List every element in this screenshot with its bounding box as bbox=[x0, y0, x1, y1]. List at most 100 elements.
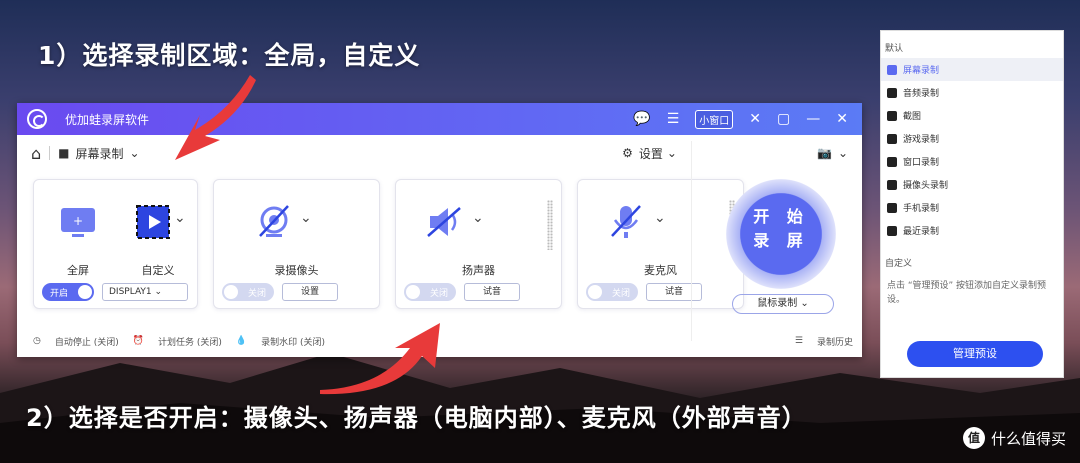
preset-item[interactable]: 截图 bbox=[881, 104, 1063, 127]
fullscreen-toggle[interactable]: 开启 bbox=[42, 283, 94, 301]
site-watermark: 值什么值得买 bbox=[962, 427, 1066, 449]
preset-item-label: 截图 bbox=[903, 112, 922, 122]
preset-item[interactable]: 音频录制 bbox=[881, 81, 1063, 104]
watermark-badge: 值 bbox=[962, 427, 985, 449]
mouse-record-select[interactable]: 鼠标录制 ⌄ bbox=[732, 294, 834, 314]
history-link[interactable]: 录制历史 bbox=[817, 335, 853, 348]
minimize-icon[interactable]: — bbox=[806, 111, 820, 127]
start-pane: 开 始录 屏 鼠标录制 ⌄ bbox=[691, 141, 861, 341]
preset-panel: 默认 屏幕录制音频录制截图游戏录制窗口录制摄像头录制手机录制最近录制 自定义 点… bbox=[880, 30, 1064, 378]
volume-meter bbox=[547, 200, 553, 250]
webcam-icon bbox=[887, 179, 897, 190]
display-select[interactable]: DISPLAY1 ⌄ bbox=[102, 283, 188, 301]
preset-item-label: 手机录制 bbox=[903, 204, 940, 214]
watermark-icon: 💧 bbox=[235, 336, 248, 346]
custom-description: 点击 “管理预设” 按钮添加自定义录制预设。 bbox=[887, 281, 1047, 305]
camera-off-icon[interactable] bbox=[254, 202, 294, 242]
custom-header: 自定义 bbox=[885, 259, 913, 269]
mouse-record-label: 鼠标录制 bbox=[757, 298, 798, 309]
fullscreen-icon[interactable]: + bbox=[58, 202, 98, 242]
chevron-down-icon[interactable]: ⌄ bbox=[472, 210, 484, 226]
custom-area-icon[interactable] bbox=[134, 202, 174, 242]
mode-selector[interactable]: 屏幕录制 bbox=[76, 145, 124, 162]
chevron-down-icon[interactable]: ⌄ bbox=[667, 146, 677, 160]
area-card: + ⌄ 全屏 自定义 开启 DISPLAY1 ⌄ bbox=[33, 179, 198, 309]
svg-text:+: + bbox=[73, 214, 83, 228]
toggle-knob bbox=[588, 285, 602, 299]
camera-record-icon: ■ bbox=[58, 146, 70, 160]
home-icon[interactable]: ⌂ bbox=[31, 144, 41, 163]
toggle-label: 开启 bbox=[50, 288, 69, 299]
divider bbox=[49, 146, 51, 160]
preset-item[interactable]: 手机录制 bbox=[881, 196, 1063, 219]
preset-item-label: 窗口录制 bbox=[903, 158, 940, 168]
title-bar: 优加蛙录屏软件 💬 ☰ 小窗口 ✕ ▢ — ✕ bbox=[17, 103, 862, 135]
recent-icon bbox=[887, 225, 897, 236]
caption-bottom: 2）选择是否开启：摄像头、扬声器（电脑内部）、麦克风（外部声音） bbox=[26, 404, 807, 432]
manage-presets-button[interactable]: 管理预设 bbox=[907, 341, 1043, 367]
settings-button[interactable]: 设置 bbox=[639, 145, 663, 162]
app-window: 优加蛙录屏软件 💬 ☰ 小窗口 ✕ ▢ — ✕ ⌂ ■ 屏幕录制 ⌄ ⚙ 设置 … bbox=[17, 103, 862, 357]
watermark-link[interactable]: 录制水印 (关闭) bbox=[261, 335, 325, 348]
skin-icon[interactable]: ▢ bbox=[777, 111, 790, 127]
toggle-label: 关闭 bbox=[429, 288, 448, 299]
mic-off-icon[interactable] bbox=[606, 202, 646, 242]
preset-item[interactable]: 屏幕录制 bbox=[881, 58, 1063, 81]
speaker-toggle[interactable]: 关闭 bbox=[404, 283, 456, 301]
chevron-down-icon[interactable]: ⌄ bbox=[654, 210, 666, 226]
chevron-down-icon[interactable]: ⌄ bbox=[174, 210, 186, 226]
display-value: DISPLAY1 bbox=[109, 287, 152, 297]
preset-item-label: 游戏录制 bbox=[903, 135, 940, 145]
app-logo-icon bbox=[27, 109, 47, 129]
camera-card: ⌄ 录摄像头 关闭 设置 bbox=[213, 179, 380, 309]
preset-item[interactable]: 游戏录制 bbox=[881, 127, 1063, 150]
custom-label: 自定义 bbox=[141, 264, 175, 277]
alarm-icon: ⏰ bbox=[132, 336, 144, 346]
close-icon[interactable]: ✕ bbox=[836, 111, 848, 127]
speaker-card: ⌄ 扬声器 关闭 试音 bbox=[395, 179, 562, 309]
list-icon: ☰ bbox=[794, 336, 803, 346]
toggle-knob bbox=[406, 285, 420, 299]
camera-settings-button[interactable]: 设置 bbox=[282, 283, 338, 301]
camera-label: 录摄像头 bbox=[274, 264, 319, 277]
default-header: 默认 bbox=[885, 44, 904, 54]
pin-icon[interactable]: ✕ bbox=[749, 111, 761, 127]
preset-item-label: 屏幕录制 bbox=[903, 66, 940, 76]
speaker-off-icon[interactable] bbox=[424, 202, 464, 242]
preset-item-label: 摄像头录制 bbox=[903, 181, 949, 191]
caption-top: 1）选择录制区域：全局，自定义 bbox=[38, 41, 421, 70]
toggle-knob bbox=[78, 285, 92, 299]
menu-icon[interactable]: ☰ bbox=[667, 111, 680, 127]
camera-toggle[interactable]: 关闭 bbox=[222, 283, 274, 301]
preset-item[interactable]: 窗口录制 bbox=[881, 150, 1063, 173]
chevron-down-icon[interactable]: ⌄ bbox=[300, 210, 312, 226]
gamepad-icon bbox=[887, 133, 897, 144]
clock-icon: ◷ bbox=[33, 336, 41, 346]
gear-icon[interactable]: ⚙ bbox=[622, 146, 633, 160]
footer-bar: ◷ 自动停止 (关闭) ⏰ 计划任务 (关闭) 💧 录制水印 (关闭) ☰ 录制历史 bbox=[33, 331, 853, 351]
feedback-icon[interactable]: 💬 bbox=[633, 111, 650, 127]
preset-item[interactable]: 最近录制 bbox=[881, 219, 1063, 242]
toggle-label: 关闭 bbox=[611, 288, 630, 299]
preset-item-label: 最近录制 bbox=[903, 227, 940, 237]
window-icon bbox=[887, 156, 897, 167]
audio-icon bbox=[887, 87, 897, 98]
mic-toggle[interactable]: 关闭 bbox=[586, 283, 638, 301]
fullscreen-label: 全屏 bbox=[67, 264, 89, 277]
chevron-down-icon[interactable]: ⌄ bbox=[130, 146, 140, 160]
toggle-knob bbox=[224, 285, 238, 299]
toggle-label: 关闭 bbox=[247, 288, 266, 299]
auto-stop-link[interactable]: 自动停止 (关闭) bbox=[55, 335, 119, 348]
start-line1: 开 始 bbox=[753, 207, 809, 226]
phone-icon bbox=[887, 202, 897, 213]
speaker-test-button[interactable]: 试音 bbox=[464, 283, 520, 301]
watermark-text: 什么值得买 bbox=[990, 429, 1066, 448]
record-screen-icon bbox=[887, 64, 897, 75]
schedule-link[interactable]: 计划任务 (关闭) bbox=[158, 335, 222, 348]
preset-item[interactable]: 摄像头录制 bbox=[881, 173, 1063, 196]
app-title: 优加蛙录屏软件 bbox=[65, 112, 150, 127]
start-line2: 录 屏 bbox=[753, 231, 809, 250]
preset-item-label: 音频录制 bbox=[903, 89, 940, 99]
start-record-button[interactable]: 开 始录 屏 bbox=[726, 179, 836, 289]
mini-window-button[interactable]: 小窗口 bbox=[695, 109, 734, 129]
